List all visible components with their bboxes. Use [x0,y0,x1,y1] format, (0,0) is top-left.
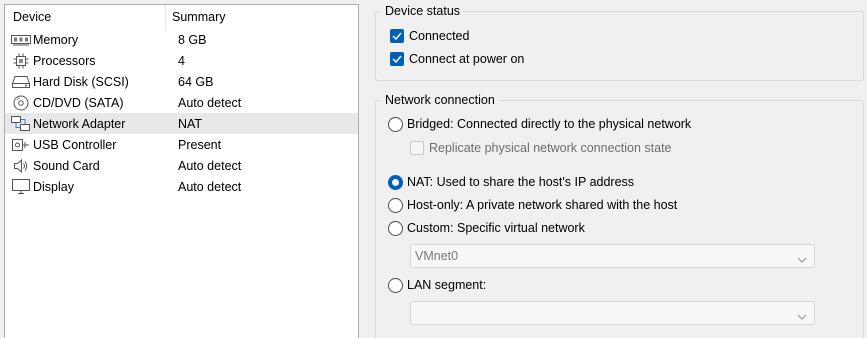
radio-circle-icon[interactable] [388,277,403,293]
radio-circle-icon[interactable] [388,197,403,213]
memory-icon [11,32,31,48]
device-label: CD/DVD (SATA) [33,95,124,110]
device-row-network-adapter[interactable]: Network Adapter NAT [5,113,358,134]
column-header-summary[interactable]: Summary [166,5,225,29]
network-connection-title: Network connection [382,92,498,108]
connect-at-power-on-checkbox[interactable]: Connect at power on [390,50,524,68]
radio-selected-icon[interactable] [388,174,403,190]
device-status-title: Device status [382,3,464,19]
device-summary: Auto detect [178,95,242,110]
custom-network-value: VMnet0 [415,249,459,263]
device-summary: 4 [178,53,185,68]
monitor-icon [11,178,31,195]
device-summary: 8 GB [178,32,207,47]
speaker-icon [11,158,31,174]
network-connection-group: Network connection Bridged: Connected di… [375,92,864,338]
lan-segment-select[interactable] [410,301,815,325]
device-summary: Auto detect [178,179,242,194]
lan-segment-radio[interactable]: LAN segment: [388,276,486,294]
device-label: Processors [33,53,96,68]
chevron-down-icon [797,252,807,266]
replicate-state-checkbox[interactable]: Replicate physical network connection st… [410,139,672,157]
device-list-header: Device Summary [5,4,358,29]
device-summary: Present [178,137,222,152]
device-row-memory[interactable]: Memory 8 GB [5,29,358,50]
lan-segment-label: LAN segment: [407,278,487,292]
host-only-label: Host-only: A private network shared with… [407,198,678,212]
device-label: Memory [33,32,79,47]
chevron-down-icon [797,309,807,323]
hard-disk-icon [11,74,31,90]
bridged-radio[interactable]: Bridged: Connected directly to the physi… [388,115,691,133]
custom-network-select[interactable]: VMnet0 [410,244,815,268]
column-header-device[interactable]: Device [5,4,166,29]
device-summary: NAT [178,116,203,131]
device-label: Sound Card [33,158,100,173]
device-row-cd-dvd[interactable]: CD/DVD (SATA) Auto detect [5,92,358,113]
replicate-state-label: Replicate physical network connection st… [429,141,672,155]
nat-radio[interactable]: NAT: Used to share the host's IP address [388,173,634,191]
device-list[interactable]: Device Summary Memory 8 GB Processors 4 … [4,4,359,338]
custom-radio[interactable]: Custom: Specific virtual network [388,219,585,237]
device-summary: Auto detect [178,158,242,173]
device-row-display[interactable]: Display Auto detect [5,176,358,197]
custom-label: Custom: Specific virtual network [407,221,585,235]
cd-dvd-icon [11,95,31,111]
device-status-group: Device status Connected Connect at power… [375,3,864,81]
bridged-label: Bridged: Connected directly to the physi… [407,117,692,131]
host-only-radio[interactable]: Host-only: A private network shared with… [388,196,677,214]
device-row-usb-controller[interactable]: USB Controller Present [5,134,358,155]
device-label: Display [33,179,74,194]
device-row-sound-card[interactable]: Sound Card Auto detect [5,155,358,176]
device-summary: 64 GB [178,74,214,89]
usb-icon [11,137,31,153]
connect-at-power-on-label: Connect at power on [409,52,525,66]
connected-label: Connected [409,29,470,43]
checkmark-icon[interactable] [390,29,404,43]
connected-checkbox[interactable]: Connected [390,27,469,45]
device-row-hard-disk[interactable]: Hard Disk (SCSI) 64 GB [5,71,358,92]
device-label: Network Adapter [33,116,126,131]
device-label: Hard Disk (SCSI) [33,74,129,89]
checkbox-empty-icon[interactable] [410,141,424,155]
processor-icon [11,53,31,69]
radio-circle-icon[interactable] [388,220,403,236]
device-label: USB Controller [33,137,117,152]
device-row-processors[interactable]: Processors 4 [5,50,358,71]
network-adapter-icon [11,115,31,132]
checkmark-icon[interactable] [390,52,404,66]
radio-circle-icon[interactable] [388,116,403,132]
nat-label: NAT: Used to share the host's IP address [407,175,635,189]
